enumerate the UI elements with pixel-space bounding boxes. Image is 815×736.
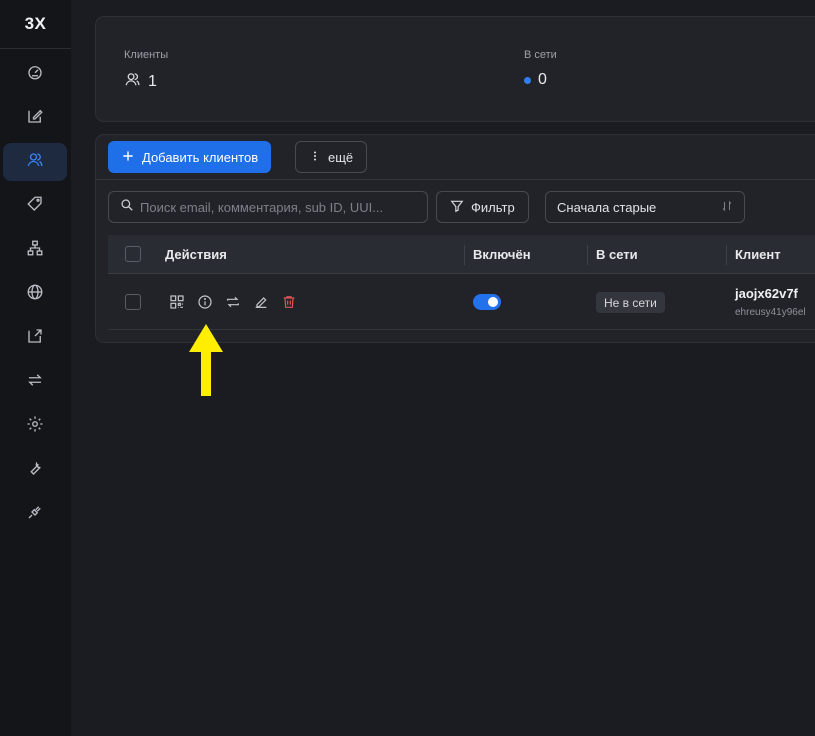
search-input[interactable] — [140, 199, 410, 215]
search-field[interactable] — [108, 191, 428, 223]
toolbar-divider — [96, 179, 815, 180]
edit-icon[interactable] — [252, 293, 270, 311]
sidebar-item-inbounds[interactable] — [3, 99, 67, 137]
header-enabled: Включён — [473, 247, 531, 262]
reset-traffic-icon[interactable] — [224, 293, 242, 311]
clients-count: 1 — [124, 71, 157, 93]
enabled-toggle[interactable] — [473, 294, 501, 310]
sidebar-item-settings[interactable] — [3, 407, 67, 445]
sidebar-item-network[interactable] — [3, 275, 67, 313]
dashboard-icon — [26, 63, 44, 86]
plus-icon — [121, 149, 135, 166]
plug-icon — [26, 503, 44, 526]
sidebar-item-tools[interactable] — [3, 451, 67, 489]
add-clients-label: Добавить клиентов — [142, 149, 259, 165]
sidebar-item-tags[interactable] — [3, 187, 67, 225]
info-icon[interactable] — [196, 293, 214, 311]
search-icon — [120, 198, 134, 217]
filter-icon — [450, 199, 464, 216]
column-divider — [726, 245, 727, 265]
app-logo: 3X — [0, 0, 71, 49]
globe-icon — [26, 283, 44, 306]
add-clients-button[interactable]: Добавить клиентов — [108, 141, 272, 173]
delete-icon[interactable] — [280, 293, 298, 311]
more-vertical-icon — [309, 149, 321, 166]
export-icon — [26, 327, 44, 350]
client-name: jaojx62v7f — [735, 286, 798, 301]
qr-code-icon[interactable] — [168, 293, 186, 311]
users-icon — [124, 71, 141, 93]
filter-label: Фильтр — [471, 199, 515, 215]
select-all-checkbox[interactable] — [125, 246, 141, 262]
sort-selected-value: Сначала старые — [557, 199, 657, 215]
clients-value: 1 — [148, 73, 157, 90]
more-button[interactable]: ещё — [295, 141, 368, 173]
online-status-badge: Не в сети — [596, 292, 665, 313]
sort-select[interactable]: Сначала старые — [545, 191, 745, 223]
users-icon — [26, 151, 44, 174]
online-value: 0 — [538, 71, 547, 88]
sort-icon — [721, 200, 733, 215]
swap-icon — [26, 371, 44, 394]
sidebar-item-export[interactable] — [3, 319, 67, 357]
highlight-arrow-icon — [189, 324, 223, 396]
column-divider — [587, 245, 588, 265]
row-checkbox[interactable] — [125, 294, 141, 310]
wrench-icon — [26, 459, 44, 482]
header-actions: Действия — [165, 247, 227, 262]
column-divider — [464, 245, 465, 265]
table-header: Действия Включён В сети Клиент — [108, 235, 815, 274]
settings-icon — [26, 415, 44, 438]
toggle-knob — [488, 297, 498, 307]
header-client: Клиент — [735, 247, 781, 262]
stats-card: Клиенты 1 В сети 0 — [95, 16, 815, 122]
more-label: ещё — [328, 149, 354, 165]
sidebar-item-dashboard[interactable] — [3, 55, 67, 93]
sitemap-icon — [26, 239, 44, 262]
sidebar-item-routing[interactable] — [3, 231, 67, 269]
sidebar-item-transfer[interactable] — [3, 363, 67, 401]
client-subtitle: ehreusy41y96el — [735, 307, 806, 318]
sidebar-item-integrations[interactable] — [3, 495, 67, 533]
edit-icon — [26, 107, 44, 130]
filter-button[interactable]: Фильтр — [436, 191, 529, 223]
online-dot-icon — [524, 76, 531, 84]
online-label: В сети — [524, 49, 557, 61]
header-online: В сети — [596, 247, 638, 262]
tag-icon — [26, 195, 44, 218]
online-count: 0 — [524, 71, 547, 89]
sidebar-item-clients[interactable] — [3, 143, 67, 181]
sidebar: 3X — [0, 0, 71, 736]
clients-label: Клиенты — [124, 49, 169, 61]
